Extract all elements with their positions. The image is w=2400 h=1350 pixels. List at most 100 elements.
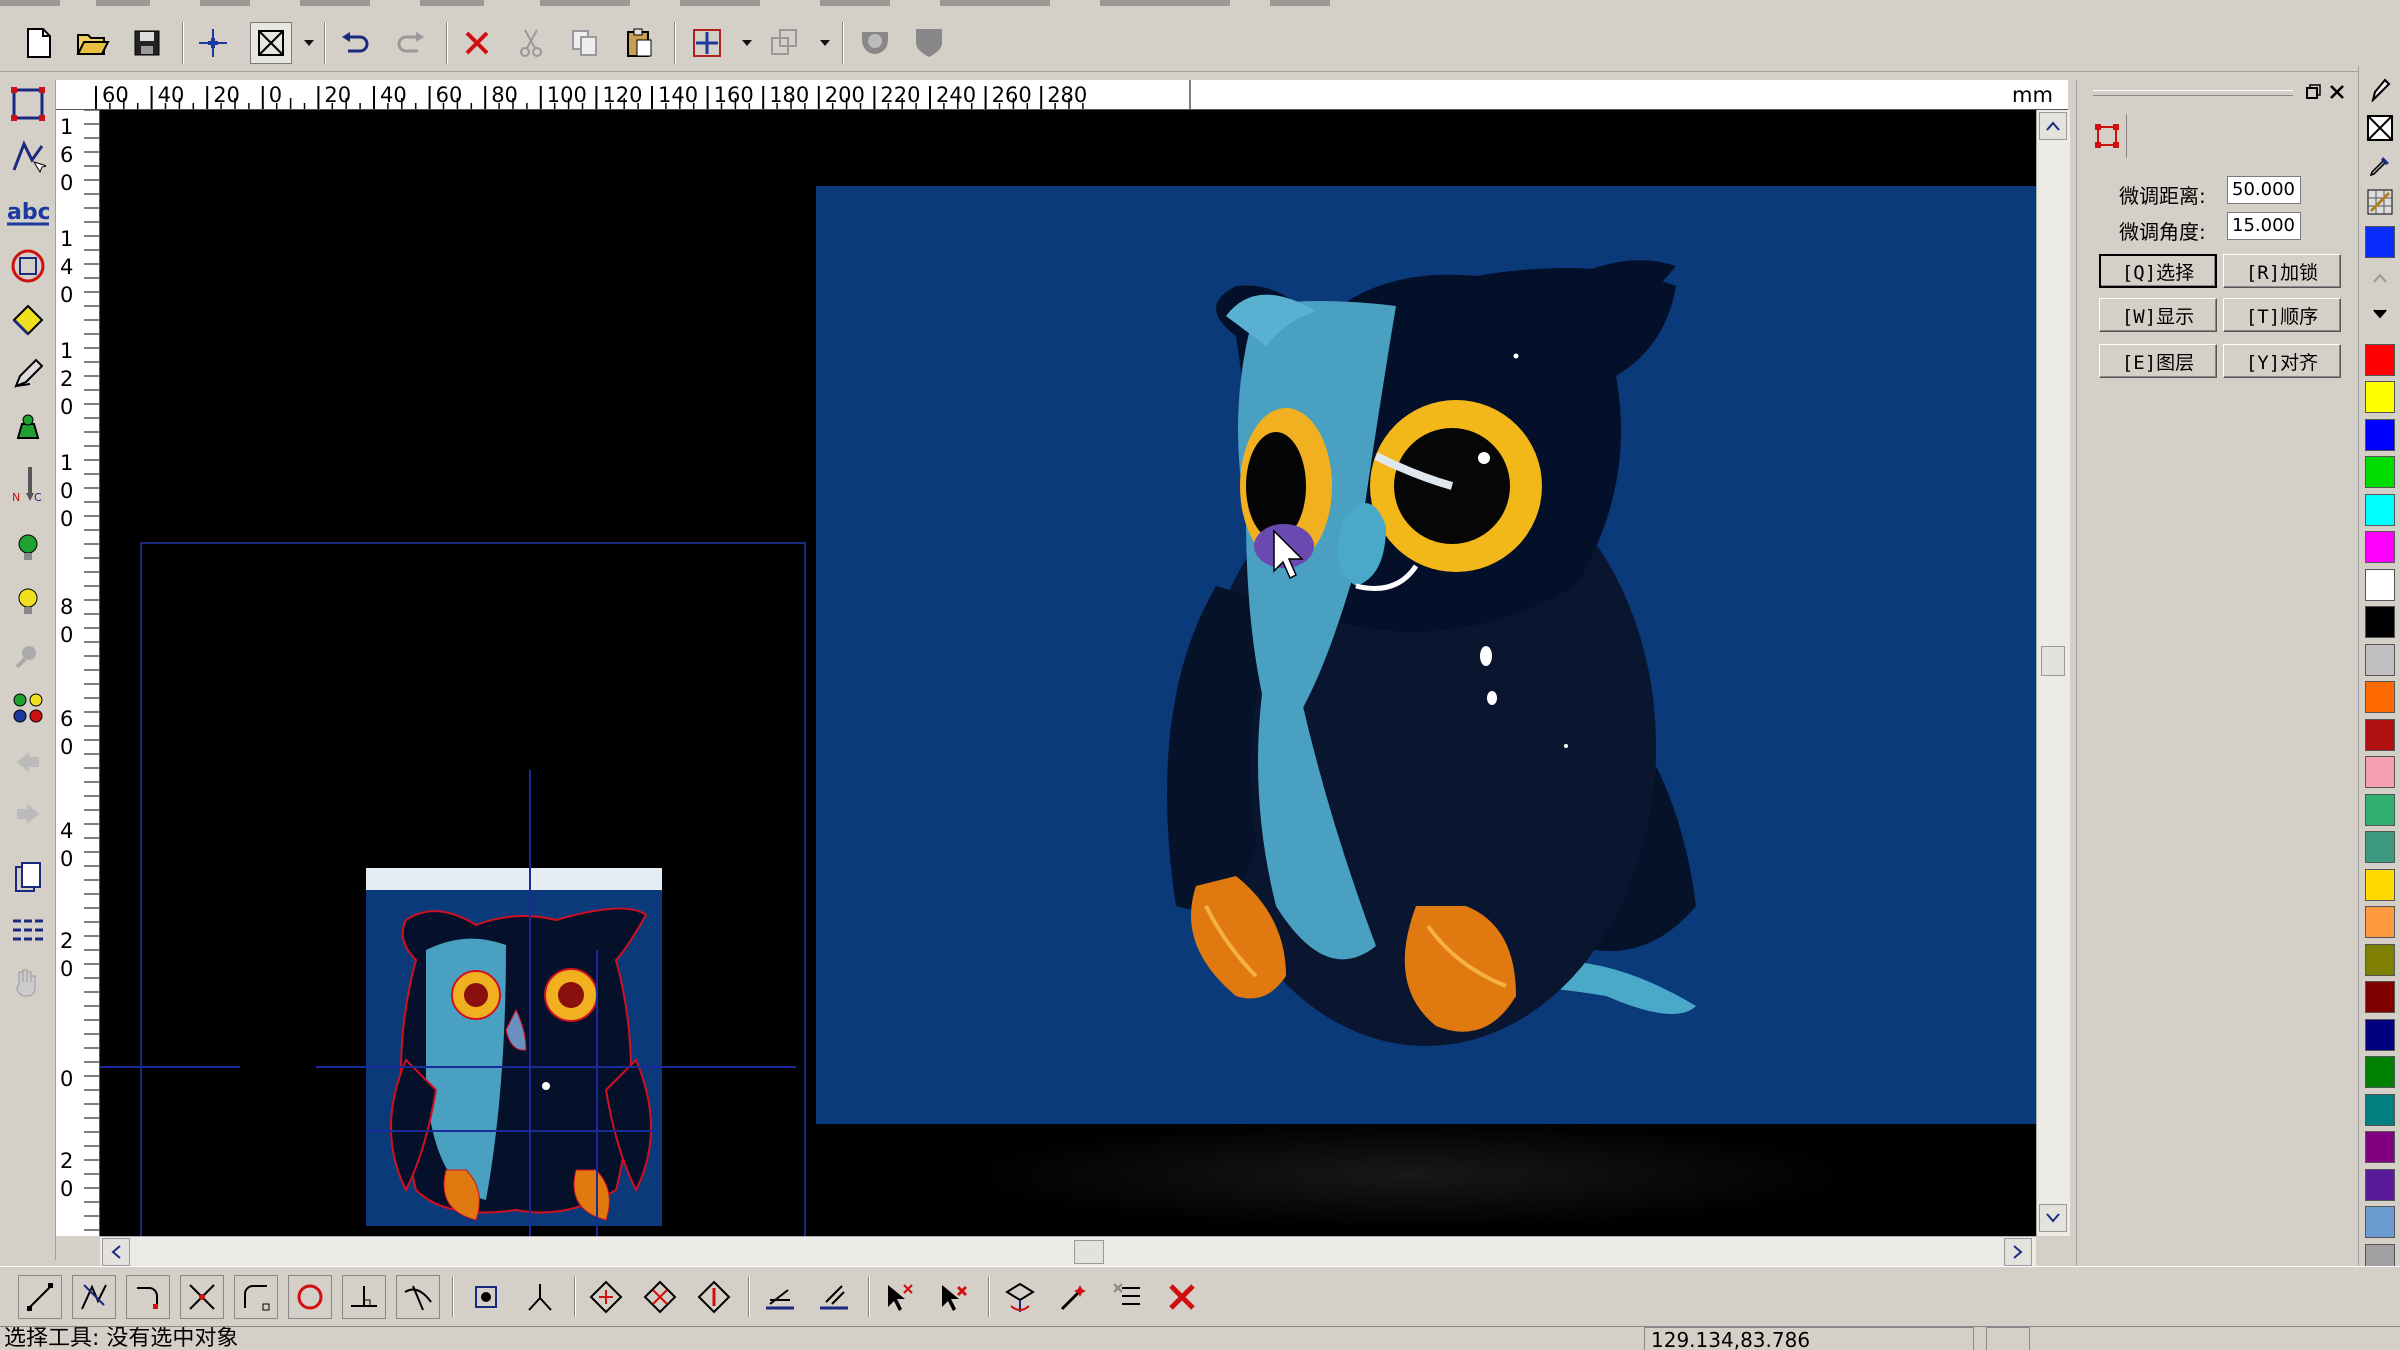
color-swatch[interactable] — [2365, 1018, 2395, 1051]
order-button[interactable]: [T]顺序 — [2223, 298, 2341, 332]
color-swatch[interactable] — [2365, 531, 2395, 563]
color-swatch[interactable] — [2365, 756, 2395, 788]
color-swatch[interactable] — [2365, 1206, 2395, 1238]
tangent-tool-icon[interactable] — [396, 1275, 440, 1319]
intersect-tool-icon[interactable] — [180, 1275, 224, 1319]
break-node-icon[interactable] — [692, 1275, 736, 1319]
scroll-left-icon[interactable] — [102, 1238, 130, 1266]
no-fill-icon[interactable] — [2365, 112, 2395, 144]
scroll-up-icon[interactable] — [2039, 112, 2067, 140]
cut-icon[interactable] — [510, 22, 552, 64]
polyline-tool-icon[interactable] — [72, 1275, 116, 1319]
pattern-icon[interactable] — [2365, 186, 2395, 218]
delete-icon[interactable] — [456, 22, 498, 64]
guide-vertical[interactable] — [529, 770, 531, 1236]
color-swatch[interactable] — [2365, 568, 2395, 601]
snap-grid-icon[interactable] — [686, 22, 728, 64]
color-swatch[interactable] — [2365, 418, 2395, 451]
node-edit-tool-icon[interactable] — [6, 134, 50, 178]
view-mode-dropdown-icon[interactable] — [304, 40, 314, 46]
shape-badge-icon[interactable] — [908, 22, 950, 64]
hand-tool-icon[interactable] — [6, 960, 50, 1004]
light-green-icon[interactable] — [6, 526, 50, 570]
color-swatch[interactable] — [2365, 906, 2395, 938]
add-node-icon[interactable] — [584, 1275, 628, 1319]
select-tab-icon[interactable] — [2087, 114, 2127, 158]
color-swatch[interactable] — [2365, 1056, 2395, 1088]
color-swatch[interactable] — [2365, 1093, 2395, 1126]
color-swatch[interactable] — [2365, 456, 2395, 488]
material-tool-icon[interactable] — [6, 856, 50, 900]
owl-3d-render[interactable] — [816, 186, 2036, 1124]
delete-node-icon[interactable] — [638, 1275, 682, 1319]
snap-dropdown-icon[interactable] — [742, 40, 752, 46]
pencil-icon[interactable] — [2365, 74, 2395, 106]
paste-icon[interactable] — [618, 22, 660, 64]
color-swatch[interactable] — [2365, 226, 2395, 258]
shape-tool-icon[interactable] — [6, 244, 50, 288]
horizontal-scroll-thumb[interactable] — [1074, 1240, 1104, 1264]
new-document-icon[interactable] — [18, 22, 60, 64]
spotlight-icon[interactable] — [6, 634, 50, 678]
drawing-canvas[interactable] — [100, 110, 2036, 1236]
nudge-distance-input[interactable]: 50.000 — [2227, 176, 2301, 204]
scroll-right-icon[interactable] — [2004, 1238, 2032, 1266]
nudge-angle-input[interactable]: 15.000 — [2227, 212, 2301, 240]
arrow-right-tool-icon[interactable] — [6, 792, 50, 836]
redo-icon[interactable] — [390, 22, 432, 64]
magic-edit-icon[interactable] — [1052, 1275, 1096, 1319]
transform-icon[interactable] — [764, 22, 806, 64]
list-edit-icon[interactable] — [1106, 1275, 1150, 1319]
perpendicular-tool-icon[interactable] — [342, 1275, 386, 1319]
select-tool-icon[interactable] — [6, 82, 50, 126]
line-tool-icon[interactable] — [18, 1275, 62, 1319]
multi-light-icon[interactable] — [6, 686, 50, 730]
node-select-icon[interactable] — [464, 1275, 508, 1319]
crosshair-icon[interactable] — [192, 22, 234, 64]
color-swatch[interactable] — [2365, 643, 2395, 676]
view-mode-icon[interactable] — [250, 22, 292, 64]
fill-tool-icon[interactable] — [6, 298, 50, 342]
layer-button[interactable]: [E]图层 — [2099, 344, 2217, 378]
align-bottom-icon[interactable] — [758, 1275, 802, 1319]
palette-scroll-down-icon[interactable] — [2365, 298, 2395, 330]
align-multi-icon[interactable] — [812, 1275, 856, 1319]
lock-button[interactable]: [R]加锁 — [2223, 254, 2341, 288]
cancel-icon[interactable] — [1160, 1275, 1204, 1319]
undo-icon[interactable] — [334, 22, 376, 64]
vertical-scrollbar[interactable] — [2036, 110, 2070, 1236]
guide-horizontal-left[interactable] — [100, 1066, 240, 1068]
color-swatch[interactable] — [2365, 493, 2395, 526]
horizontal-scrollbar[interactable] — [100, 1236, 2036, 1266]
copy-icon[interactable] — [564, 22, 606, 64]
color-swatch[interactable] — [2365, 606, 2395, 638]
circle-node-tool-icon[interactable] — [288, 1275, 332, 1319]
align-button[interactable]: [Y]对齐 — [2223, 344, 2341, 378]
arrow-left-tool-icon[interactable] — [6, 740, 50, 784]
eyedropper-icon[interactable] — [2365, 150, 2395, 182]
light-yellow-icon[interactable] — [6, 580, 50, 624]
shape-shield-icon[interactable] — [854, 22, 896, 64]
guide-horizontal-2[interactable] — [366, 1130, 662, 1132]
transform-dropdown-icon[interactable] — [820, 40, 830, 46]
engrave-tool-icon[interactable]: NC — [6, 462, 50, 506]
save-icon[interactable] — [126, 22, 168, 64]
color-swatch[interactable] — [2365, 793, 2395, 826]
vertical-scroll-thumb[interactable] — [2041, 646, 2065, 676]
round-corner-tool-icon[interactable] — [234, 1275, 278, 1319]
display-button[interactable]: [W]显示 — [2099, 298, 2217, 332]
color-swatch[interactable] — [2365, 718, 2395, 751]
color-swatch[interactable] — [2365, 1168, 2395, 1201]
close-icon[interactable] — [2329, 84, 2345, 100]
3d-rotate-icon[interactable] — [998, 1275, 1042, 1319]
node-branch-icon[interactable] — [518, 1275, 562, 1319]
deselect-pointer-icon[interactable] — [932, 1275, 976, 1319]
color-swatch[interactable] — [2365, 343, 2395, 376]
color-swatch[interactable] — [2365, 681, 2395, 713]
color-swatch[interactable] — [2365, 381, 2395, 413]
select-pointer-x-icon[interactable] — [878, 1275, 922, 1319]
color-swatch[interactable] — [2365, 981, 2395, 1013]
restore-icon[interactable] — [2305, 84, 2321, 100]
select-mode-button[interactable]: [Q]选择 — [2099, 254, 2217, 288]
text-tool-icon[interactable]: abc — [6, 190, 50, 234]
